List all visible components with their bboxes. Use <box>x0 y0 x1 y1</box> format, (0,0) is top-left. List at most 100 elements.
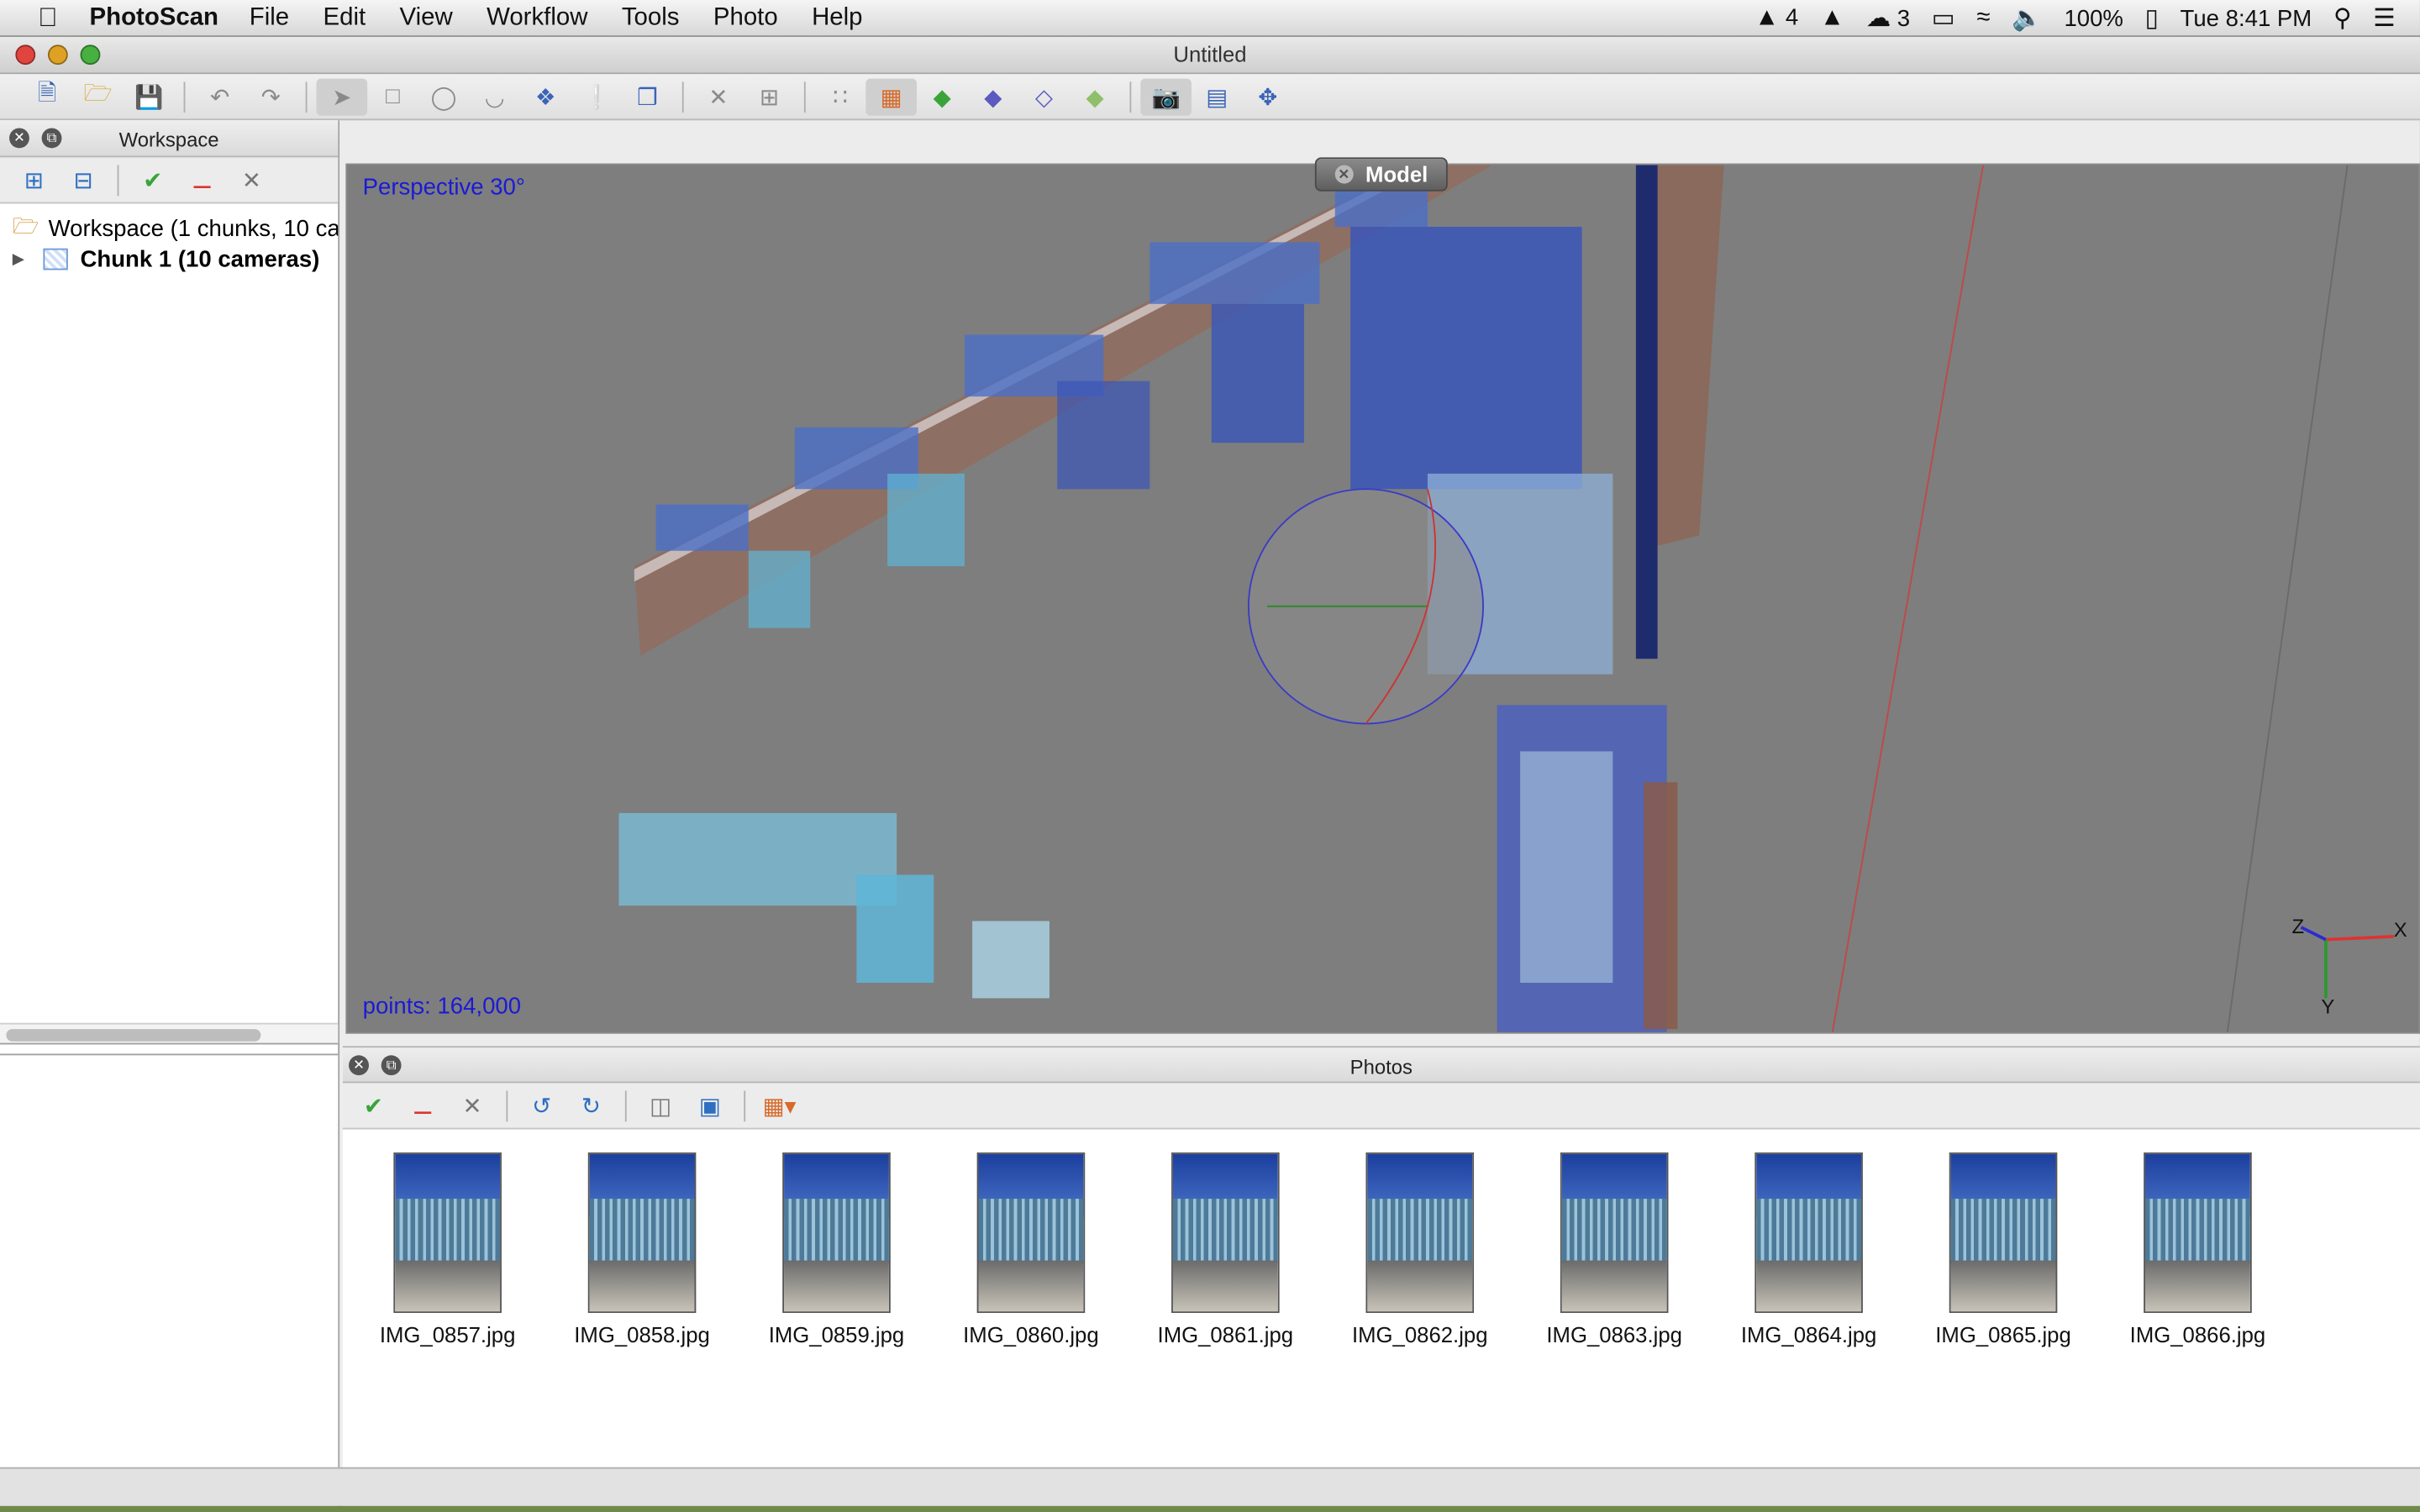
rotate-region-icon[interactable]: ❒ <box>622 78 673 115</box>
photo-preview <box>587 1152 697 1314</box>
tab-model[interactable]: ✕ Model <box>1314 157 1448 192</box>
app-menu[interactable]: PhotoScan <box>90 4 218 32</box>
spotlight-search-icon[interactable]: ⚲ <box>2333 3 2352 34</box>
photo-thumbnail[interactable]: IMG_0862.jpg <box>1328 1152 1512 1347</box>
toolbar-divider <box>506 1089 508 1121</box>
photo-filename: IMG_0859.jpg <box>768 1322 905 1347</box>
photo-thumbnail[interactable]: IMG_0860.jpg <box>939 1152 1123 1347</box>
wireframe-model-icon[interactable]: ◇ <box>1018 78 1070 115</box>
point-cloud-render <box>618 165 2394 1032</box>
photo-preview <box>393 1152 502 1314</box>
close-tab-icon[interactable]: ✕ <box>1334 165 1354 184</box>
apple-menu-icon[interactable]:  <box>31 3 65 34</box>
toolbar-divider <box>744 1089 746 1121</box>
circle-selection-icon[interactable]: ◯ <box>418 78 470 115</box>
photo-filename: IMG_0857.jpg <box>379 1322 516 1347</box>
photo-preview <box>1171 1152 1280 1314</box>
photo-preview <box>1949 1152 2058 1314</box>
photo-thumbnail[interactable]: IMG_0857.jpg <box>355 1152 539 1347</box>
expand-triangle-icon[interactable]: ▶ <box>13 250 34 267</box>
delete-selection-icon[interactable]: ✕ <box>693 78 744 115</box>
status-bar <box>0 1467 2420 1506</box>
reset-view-icon[interactable]: ✥ <box>1243 78 1294 115</box>
axis-z-label: Z <box>2291 915 2305 938</box>
enable-photos-icon[interactable]: ✔ <box>349 1087 398 1124</box>
tree-root-label: Workspace (1 chunks, 10 cameras) <box>48 215 339 242</box>
tree-root-workspace[interactable]: 🗁 Workspace (1 chunks, 10 cameras) <box>13 213 339 244</box>
new-document-icon[interactable]: 🗎 <box>22 78 73 115</box>
open-folder-icon[interactable]: 🗁 <box>72 78 124 115</box>
dense-cloud-icon[interactable]: ▦ <box>865 77 917 115</box>
drive-icon[interactable]: ▲ <box>1820 5 1844 33</box>
axis-y-label: Y <box>2321 995 2335 1019</box>
airplay-icon[interactable]: ▭ <box>1932 3 1955 34</box>
photos-toolbar: ✔ ⚊ ✕ ↺ ↻ ◫ ▣ ▦▾ <box>342 1083 2420 1130</box>
axis-gizmo <box>2300 926 2394 999</box>
disable-cameras-icon[interactable]: ⚊ <box>177 161 227 198</box>
photo-thumbnail[interactable]: IMG_0859.jpg <box>744 1152 929 1347</box>
scrollbar-thumb[interactable] <box>6 1029 261 1042</box>
photo-thumbnail[interactable]: IMG_0861.jpg <box>1133 1152 1318 1347</box>
menu-photo[interactable]: Photo <box>713 4 778 32</box>
filter-photos-icon[interactable]: ◫ <box>636 1087 686 1124</box>
main-toolbar: 🗎 🗁 💾 ↶ ↷ ➤ □ ◯ ◡ ❖ ❕ ❒ ✕ ⊞ ∷ ▦ ◆ ◆ ◇ ◆ … <box>0 74 2420 121</box>
tree-item-chunk-1[interactable]: ▶ Chunk 1 (10 cameras) <box>13 244 339 275</box>
move-region-icon[interactable]: ❖ <box>520 78 571 115</box>
add-chunk-icon[interactable]: ⊞ <box>9 161 59 198</box>
photo-filename: IMG_0858.jpg <box>574 1322 710 1347</box>
rectangle-selection-icon[interactable]: □ <box>367 78 418 115</box>
point-cloud-icon[interactable]: ∷ <box>815 78 866 115</box>
menu-file[interactable]: File <box>250 4 289 32</box>
disable-photos-icon[interactable]: ⚊ <box>398 1087 448 1124</box>
rotate-left-icon[interactable]: ↺ <box>517 1087 566 1124</box>
adobe-status-item[interactable]: ▲ 4 <box>1754 5 1798 33</box>
shaded-model-icon[interactable]: ◆ <box>917 78 968 115</box>
enable-cameras-icon[interactable]: ✔ <box>128 161 177 198</box>
solid-model-icon[interactable]: ◆ <box>968 78 1019 115</box>
undo-icon[interactable]: ↶ <box>194 78 245 115</box>
workspace-horizontal-scrollbar[interactable] <box>0 1022 339 1045</box>
model-viewport[interactable]: Perspective 30° points: 164,000 Z X Y <box>345 163 2420 1034</box>
menu-workflow[interactable]: Workflow <box>487 4 587 32</box>
clock[interactable]: Tue 8:41 PM <box>2181 5 2312 31</box>
add-photos-icon[interactable]: ⊟ <box>59 161 108 198</box>
photo-thumbnail[interactable]: IMG_0858.jpg <box>550 1152 734 1347</box>
menu-tools[interactable]: Tools <box>622 4 680 32</box>
menu-view[interactable]: View <box>400 4 453 32</box>
chunk-icon <box>43 248 68 270</box>
rotate-right-icon[interactable]: ↻ <box>566 1087 616 1124</box>
volume-icon[interactable]: 🔈 <box>2012 3 2043 34</box>
menu-edit[interactable]: Edit <box>324 4 366 32</box>
photo-preview <box>1365 1152 1475 1314</box>
save-icon[interactable]: 💾 <box>124 78 175 115</box>
notification-center-icon[interactable]: ☰ <box>2373 3 2395 34</box>
free-form-selection-icon[interactable]: ◡ <box>469 78 520 115</box>
photo-preview <box>782 1152 891 1314</box>
menu-help[interactable]: Help <box>812 4 862 32</box>
photo-filename: IMG_0865.jpg <box>1935 1322 2071 1347</box>
photo-thumbnail[interactable]: IMG_0865.jpg <box>1911 1152 2096 1347</box>
reset-filter-icon[interactable]: ▣ <box>685 1087 734 1124</box>
textured-model-icon[interactable]: ◆ <box>1070 78 1121 115</box>
remove-photos-icon[interactable]: ✕ <box>448 1087 497 1124</box>
resize-region-icon[interactable]: ❕ <box>571 78 623 115</box>
wifi-icon[interactable]: ≈ <box>1976 5 1990 33</box>
redo-icon[interactable]: ↷ <box>245 78 297 115</box>
show-region-icon[interactable]: ▤ <box>1192 78 1243 115</box>
navigation-arrow-icon[interactable]: ➤ <box>316 77 368 115</box>
photo-thumbnail[interactable]: IMG_0866.jpg <box>2105 1152 2290 1347</box>
photo-filename: IMG_0861.jpg <box>1157 1322 1294 1347</box>
toolbar-divider <box>117 164 119 196</box>
crop-selection-icon[interactable]: ⊞ <box>744 78 795 115</box>
battery-icon[interactable]: ▯ <box>2145 3 2159 34</box>
battery-percent[interactable]: 100% <box>2064 5 2123 31</box>
photo-thumbnail[interactable]: IMG_0863.jpg <box>1522 1152 1707 1347</box>
chunk-label: Chunk 1 (10 cameras) <box>80 245 320 273</box>
photo-thumbnail[interactable]: IMG_0864.jpg <box>1716 1152 1901 1347</box>
show-cameras-icon[interactable]: 📷 <box>1140 77 1192 115</box>
view-mode-grid-icon[interactable]: ▦▾ <box>755 1087 804 1124</box>
remove-items-icon[interactable]: ✕ <box>227 161 276 198</box>
photo-filename: IMG_0862.jpg <box>1351 1322 1488 1347</box>
creative-cloud-status-item[interactable]: ☁ 3 <box>1866 3 1910 34</box>
toolbar-divider <box>305 81 308 113</box>
